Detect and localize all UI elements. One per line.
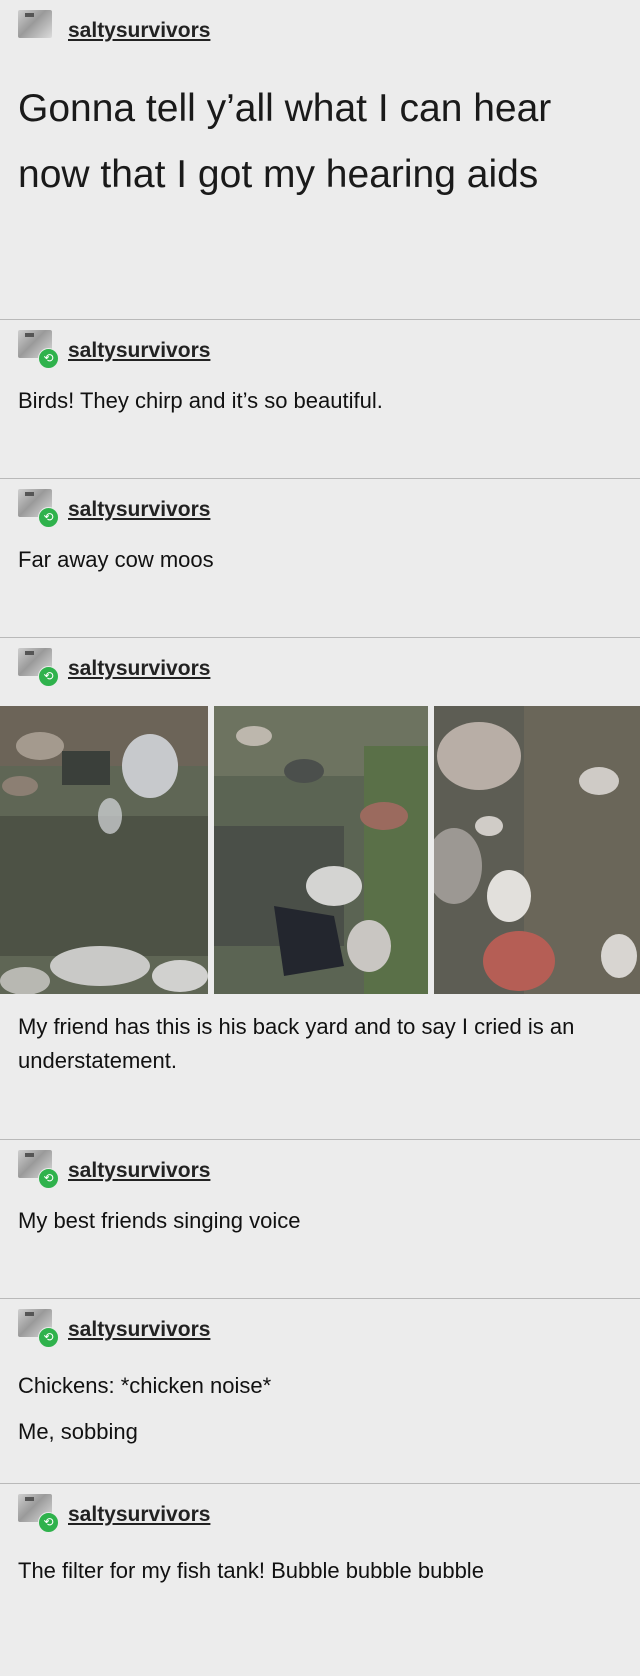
post-text: My friend has this is his back yard and … xyxy=(18,1014,575,1073)
avatar-icon[interactable]: ⟲ xyxy=(18,648,59,687)
post-text: Chickens: *chicken noise* xyxy=(18,1373,272,1398)
post-header: ⟲ saltysurvivors xyxy=(0,1140,640,1189)
post-header: ⟲ saltysurvivors xyxy=(0,638,640,687)
reblog-icon: ⟲ xyxy=(38,507,59,528)
post-header: ⟲ saltysurvivors xyxy=(0,1484,640,1533)
reblog-post: ⟲ saltysurvivors My best friends singing… xyxy=(0,1140,640,1299)
reblog-post: ⟲ saltysurvivors Far away cow moos xyxy=(0,479,640,638)
reblog-icon: ⟲ xyxy=(38,1168,59,1189)
post-header: ⟲ saltysurvivors xyxy=(0,1299,640,1348)
post-body: Chickens: *chicken noise* Me, sobbing xyxy=(0,1363,640,1455)
pond-photo[interactable] xyxy=(434,706,640,994)
avatar-icon[interactable]: ⟲ xyxy=(18,1150,59,1189)
username-link[interactable]: saltysurvivors xyxy=(68,1503,210,1527)
avatar-icon[interactable]: ⟲ xyxy=(18,489,59,528)
post-text: Far away cow moos xyxy=(18,547,214,572)
post-original: saltysurvivors Gonna tell y’all what I c… xyxy=(0,0,640,320)
post-text: Gonna tell y’all what I can hear now tha… xyxy=(18,87,552,196)
post-text: Birds! They chirp and it’s so beautiful. xyxy=(18,388,383,413)
reblog-icon: ⟲ xyxy=(38,1327,59,1348)
post-header: saltysurvivors xyxy=(0,0,640,43)
username-link[interactable]: saltysurvivors xyxy=(68,1318,210,1342)
avatar-icon[interactable]: ⟲ xyxy=(18,1309,59,1348)
username-link[interactable]: saltysurvivors xyxy=(68,19,210,43)
post-header: ⟲ saltysurvivors xyxy=(0,320,640,369)
reblog-icon: ⟲ xyxy=(38,1512,59,1533)
avatar-icon[interactable]: ⟲ xyxy=(18,330,59,369)
reblog-icon: ⟲ xyxy=(38,348,59,369)
avatar-icon[interactable]: ⟲ xyxy=(18,1494,59,1533)
post-text-line-2: Me, sobbing xyxy=(18,1419,138,1444)
reblog-post: ⟲ saltysurvivors Chickens: *chicken nois… xyxy=(0,1299,640,1484)
post-header: ⟲ saltysurvivors xyxy=(0,479,640,528)
username-link[interactable]: saltysurvivors xyxy=(68,498,210,522)
pond-photo[interactable] xyxy=(0,706,208,994)
reblog-post: ⟲ saltysurvivors Birds! They chirp and i… xyxy=(0,320,640,479)
username-link[interactable]: saltysurvivors xyxy=(68,339,210,363)
reblog-post: ⟲ saltysurvivors The filter for my fish … xyxy=(0,1484,640,1676)
reblog-icon: ⟲ xyxy=(38,666,59,687)
pond-photo[interactable] xyxy=(214,706,428,994)
photoset xyxy=(0,706,640,994)
avatar-icon[interactable] xyxy=(18,10,58,42)
post-text: The filter for my fish tank! Bubble bubb… xyxy=(18,1558,484,1583)
username-link[interactable]: saltysurvivors xyxy=(68,657,210,681)
post-text: My best friends singing voice xyxy=(18,1208,301,1233)
username-link[interactable]: saltysurvivors xyxy=(68,1159,210,1183)
reblog-post-photos: ⟲ saltysurvivors My friend has this is h… xyxy=(0,638,640,1140)
